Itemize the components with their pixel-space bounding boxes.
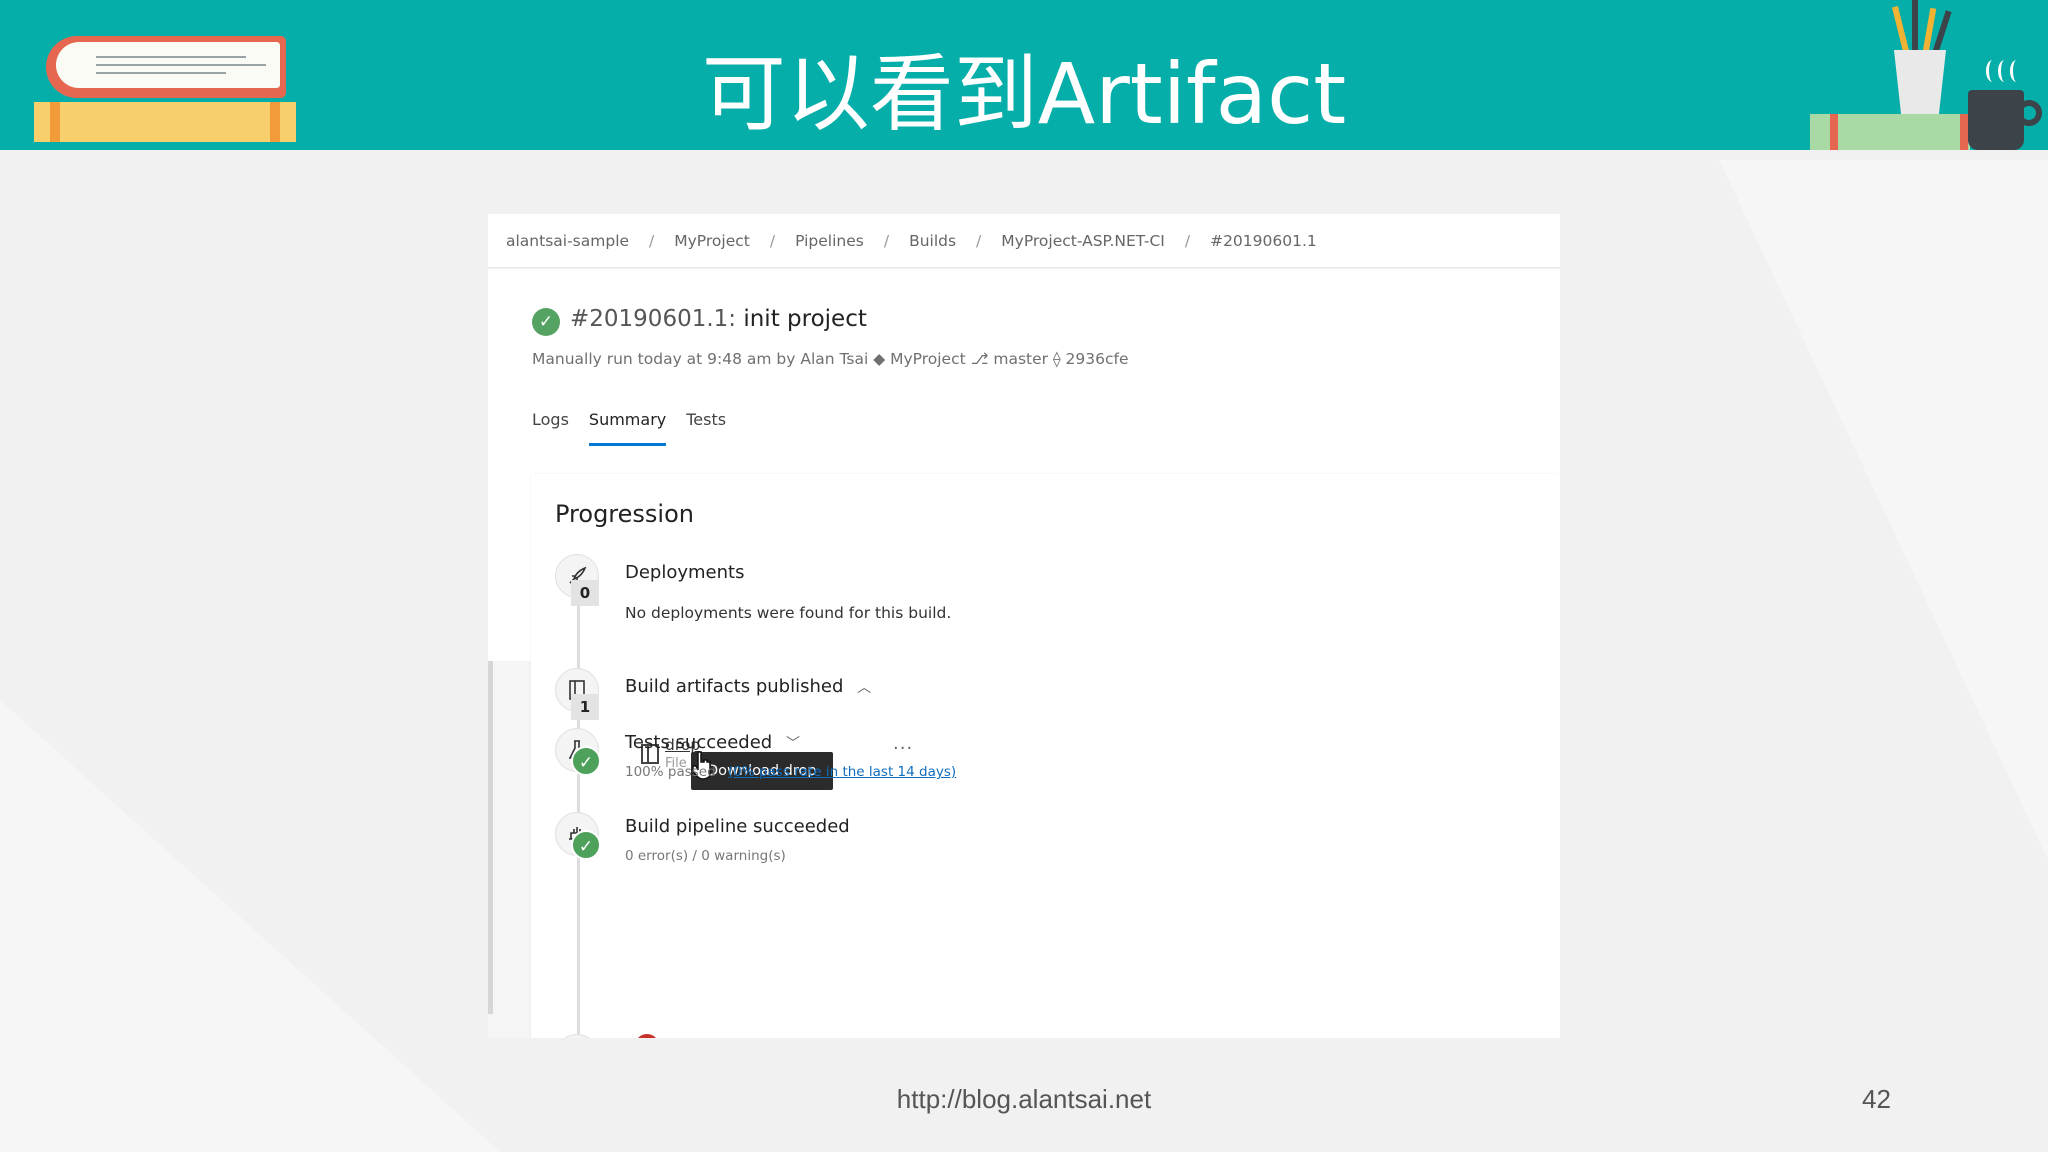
next-step-icon — [555, 1034, 599, 1038]
breadcrumb-separator: / — [976, 231, 982, 250]
slide-title: 可以看到Artifact — [701, 45, 1347, 143]
chevron-up-icon[interactable]: ︿ — [857, 680, 871, 696]
breadcrumb-pipeline[interactable]: MyProject-ASP.NET-CI — [1001, 232, 1165, 250]
success-check-icon: ✓ — [571, 830, 601, 860]
pass-rate-link[interactable]: (0% pass rate in the last 14 days) — [728, 764, 956, 780]
breadcrumb-separator: / — [769, 231, 776, 250]
footer-url: http://blog.alantsai.net — [896, 1084, 1152, 1114]
breadcrumb-builds[interactable]: Builds — [909, 232, 956, 250]
tab-summary[interactable]: Summary — [588, 410, 667, 446]
background-facet — [1719, 160, 2048, 860]
pipeline-title: Build pipeline succeeded — [625, 816, 850, 837]
build-summary-screenshot: alantsai-sample / MyProject / Pipelines … — [488, 214, 1560, 1038]
chevron-down-icon[interactable]: ﹀ — [786, 736, 800, 752]
deployments-title: Deployments — [625, 562, 745, 583]
artifact-count: 1 — [571, 694, 599, 720]
tests-title[interactable]: Tests succeeded ﹀ — [625, 732, 800, 753]
tests-title-label: Tests succeeded — [625, 732, 773, 753]
page-number: 42 — [1862, 1084, 1891, 1114]
success-check-icon: ✓ — [532, 308, 560, 336]
slide: 可以看到Artifact alantsai-sample / MyProject… — [0, 0, 2048, 1152]
build-number: #20190601.1: — [570, 306, 737, 332]
tab-logs[interactable]: Logs — [532, 410, 569, 446]
progression-card: Progression 0 Deployments No deployments… — [531, 474, 1560, 1038]
tab-bar: Logs Summary Tests — [532, 410, 746, 446]
deployments-desc: No deployments were found for this build… — [625, 604, 952, 622]
success-check-icon: ✓ — [571, 746, 601, 776]
pipeline-summary: 0 error(s) / 0 warning(s) — [625, 848, 786, 864]
breadcrumb-pipelines[interactable]: Pipelines — [795, 232, 864, 250]
breadcrumb-org[interactable]: alantsai-sample — [506, 232, 629, 250]
tests-passed: 100% passed — [625, 764, 716, 780]
build-name: init project — [743, 306, 867, 332]
breadcrumb-build[interactable]: #20190601.1 — [1210, 232, 1317, 250]
artifacts-title[interactable]: Build artifacts published ︿ — [625, 676, 871, 697]
breadcrumb-separator: / — [1184, 231, 1191, 250]
build-meta: Manually run today at 9:48 am by Alan Ts… — [532, 350, 1129, 368]
more-actions-button[interactable]: ··· — [893, 738, 913, 759]
tab-tests[interactable]: Tests — [686, 410, 726, 446]
artifacts-title-label: Build artifacts published — [625, 676, 844, 697]
build-title: #20190601.1: init project — [570, 306, 867, 332]
breadcrumb-separator: / — [883, 231, 890, 250]
error-status-icon — [635, 1034, 659, 1038]
progression-heading: Progression — [555, 500, 694, 528]
tests-summary: 100% passed (0% pass rate in the last 14… — [625, 764, 956, 780]
breadcrumb-project[interactable]: MyProject — [674, 232, 750, 250]
breadcrumb: alantsai-sample / MyProject / Pipelines … — [488, 214, 1560, 268]
timeline-line — [577, 554, 580, 1038]
breadcrumb-separator: / — [649, 231, 655, 250]
deployment-count: 0 — [571, 580, 599, 606]
